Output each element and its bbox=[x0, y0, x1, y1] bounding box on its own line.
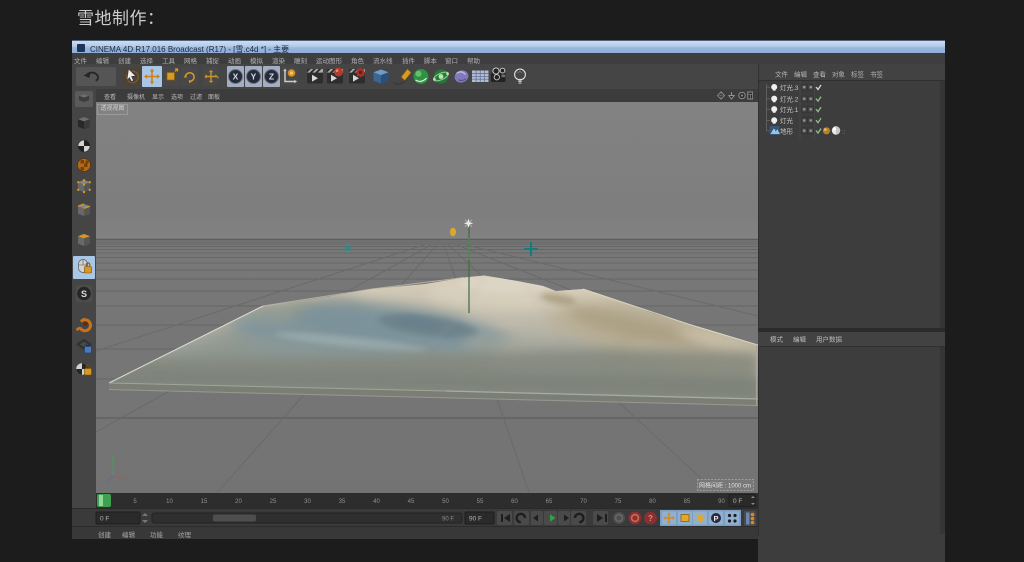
svg-text:90 F: 90 F bbox=[442, 517, 454, 523]
svg-text:编辑: 编辑 bbox=[794, 70, 808, 79]
svg-text:::: :: bbox=[842, 130, 846, 136]
svg-text:灯光.1: 灯光.1 bbox=[780, 105, 799, 114]
svg-text:0 F: 0 F bbox=[733, 498, 742, 505]
svg-text:50: 50 bbox=[442, 499, 449, 505]
svg-text:60: 60 bbox=[511, 499, 518, 505]
svg-text:?: ? bbox=[648, 514, 653, 523]
svg-text:65: 65 bbox=[546, 499, 553, 505]
svg-text:模式: 模式 bbox=[770, 335, 784, 344]
svg-text:编辑: 编辑 bbox=[793, 335, 807, 344]
svg-text:文件: 文件 bbox=[775, 70, 789, 79]
svg-text:P: P bbox=[713, 514, 718, 523]
svg-text:30: 30 bbox=[304, 499, 311, 505]
svg-text:80: 80 bbox=[649, 499, 656, 505]
svg-text:55: 55 bbox=[477, 499, 484, 505]
svg-text:35: 35 bbox=[339, 499, 346, 505]
svg-text:20: 20 bbox=[235, 499, 242, 505]
svg-text:S: S bbox=[81, 289, 87, 299]
svg-text:10: 10 bbox=[166, 499, 173, 505]
svg-text:85: 85 bbox=[684, 499, 691, 505]
svg-text:查看: 查看 bbox=[813, 70, 827, 79]
svg-text:0 F: 0 F bbox=[100, 516, 109, 523]
svg-text:15: 15 bbox=[201, 499, 208, 505]
svg-text:70: 70 bbox=[580, 499, 587, 505]
svg-text:用户数据: 用户数据 bbox=[816, 335, 843, 344]
svg-text:Z: Z bbox=[269, 72, 274, 82]
svg-text:书签: 书签 bbox=[870, 70, 884, 79]
svg-text:网格间距 : 1000 cm: 网格间距 : 1000 cm bbox=[699, 482, 751, 490]
svg-text:灯光: 灯光 bbox=[780, 116, 794, 125]
svg-text:90 F: 90 F bbox=[469, 516, 482, 523]
svg-text:灯光.3: 灯光.3 bbox=[780, 83, 799, 92]
svg-text:X: X bbox=[233, 72, 239, 82]
svg-text:对象: 对象 bbox=[832, 70, 846, 79]
svg-text:灯光.2: 灯光.2 bbox=[780, 94, 799, 103]
svg-text:标签: 标签 bbox=[851, 70, 865, 79]
svg-text:地形: 地形 bbox=[780, 126, 794, 135]
svg-text:75: 75 bbox=[615, 499, 622, 505]
svg-text:Y: Y bbox=[251, 72, 257, 82]
svg-text:90: 90 bbox=[718, 499, 725, 505]
svg-text:40: 40 bbox=[373, 499, 380, 505]
svg-text:25: 25 bbox=[270, 499, 277, 505]
svg-text:45: 45 bbox=[408, 499, 415, 505]
